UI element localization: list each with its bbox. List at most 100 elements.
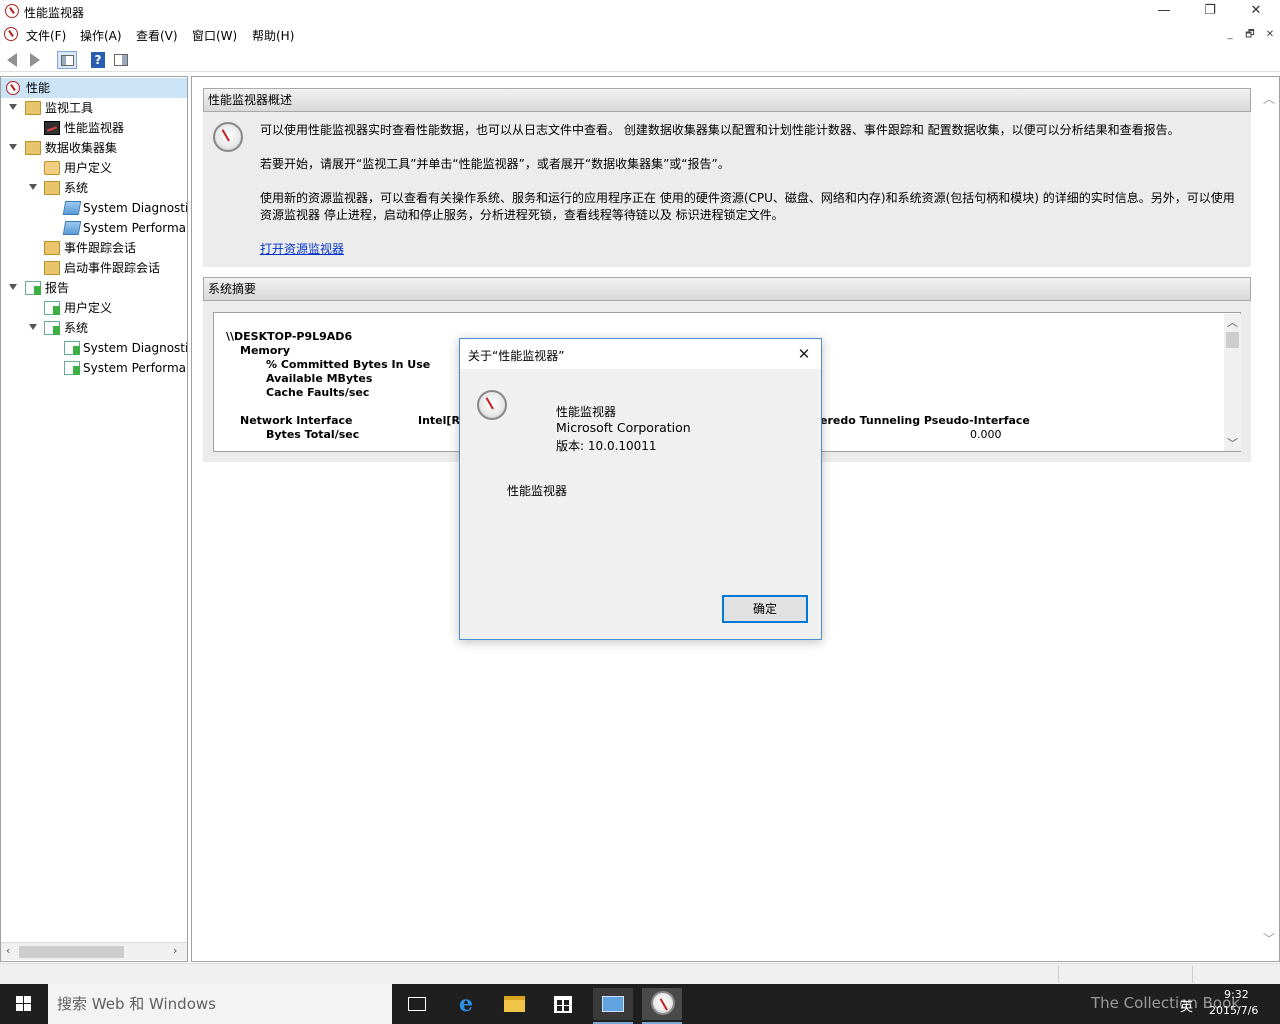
expand-arrow-icon[interactable]: [9, 284, 17, 290]
tree-item-system-diagnostics[interactable]: System Diagnostics: [1, 198, 187, 218]
tree-horizontal-scrollbar[interactable]: ‹ ›: [1, 942, 187, 960]
main-scroll-up-icon[interactable]: ︿: [1263, 90, 1275, 107]
watermark-text: The Collection Book: [1091, 994, 1240, 1012]
file-explorer-button[interactable]: [494, 988, 534, 1020]
summary-counter-cache-faults: Cache Faults/sec: [266, 386, 370, 399]
start-button[interactable]: [0, 984, 48, 1024]
overview-resource-monitor-text: 使用新的资源监视器，可以查看有关操作系统、服务和运行的应用程序正在 使用的硬件资…: [260, 191, 1235, 205]
task-view-button[interactable]: [397, 988, 437, 1020]
user-folder-icon: [44, 161, 60, 175]
tree-item-monitoring-tools[interactable]: 监视工具: [1, 98, 187, 118]
open-resource-monitor-link[interactable]: 打开资源监视器: [260, 241, 344, 258]
performance-monitor-taskbar-button[interactable]: [642, 988, 682, 1024]
tree-item-system-performance[interactable]: System Performance: [1, 218, 187, 238]
about-performance-gauge-icon: [477, 390, 507, 420]
summary-teredo-instance: eredo Tunneling Pseudo-Interface: [820, 414, 1030, 427]
ok-button[interactable]: 确定: [722, 595, 808, 623]
dialog-title: 关于“性能监视器”: [468, 349, 565, 363]
toolbar: [0, 48, 1280, 72]
tree-item-reports-user-defined[interactable]: 用户定义: [1, 298, 187, 318]
show-hide-console-tree-button[interactable]: [57, 51, 77, 69]
scroll-right-arrow-icon[interactable]: ›: [173, 944, 177, 957]
ime-indicator[interactable]: 英: [1180, 996, 1193, 1015]
restore-button[interactable]: ❐: [1187, 0, 1233, 22]
scroll-thumb[interactable]: [1226, 332, 1239, 348]
main-scroll-down-icon[interactable]: ﹀: [1263, 930, 1275, 947]
summary-vertical-scrollbar[interactable]: ︿ ﹀: [1224, 314, 1241, 451]
folder-icon: [504, 996, 525, 1012]
folder-chart-icon: [25, 101, 41, 115]
menu-view[interactable]: 查看(V): [136, 27, 178, 44]
menu-window[interactable]: 窗口(W): [192, 27, 237, 44]
summary-value: 0.000: [970, 428, 1002, 441]
store-icon: [554, 996, 572, 1013]
taskbar-search-box[interactable]: 搜索 Web 和 Windows: [48, 984, 392, 1024]
control-panel-button[interactable]: [593, 988, 633, 1024]
tree-item-reports-system-performance[interactable]: System Performance: [1, 358, 187, 378]
performance-monitor-taskbar-icon: [651, 991, 675, 1015]
action-pane-icon: [114, 54, 128, 66]
mdi-close-button[interactable]: ✕: [1261, 27, 1279, 43]
report-icon: [25, 281, 41, 295]
summary-counter-committed-bytes: % Committed Bytes In Use: [266, 358, 431, 371]
report-icon: [64, 341, 80, 355]
tree-item-data-collector-sets[interactable]: 数据收集器集: [1, 138, 187, 158]
summary-host-name: \\DESKTOP-P9L9AD6: [226, 330, 353, 343]
folder-collector-icon: [25, 141, 41, 155]
tree-item-reports-system[interactable]: 系统: [1, 318, 187, 338]
summary-counter-available-mbytes: Available MBytes: [266, 372, 373, 385]
tree-item-user-defined[interactable]: 用户定义: [1, 158, 187, 178]
control-panel-icon: [602, 996, 624, 1012]
window-title: 性能监视器: [24, 6, 85, 20]
tree-item-performance-monitor[interactable]: 性能监视器: [1, 118, 187, 138]
performance-icon: [6, 81, 20, 95]
store-button[interactable]: [543, 988, 583, 1020]
dialog-close-button[interactable]: ✕: [793, 343, 815, 365]
status-bar: [0, 963, 1280, 984]
tree-item-reports-system-diagnostics[interactable]: System Diagnostics: [1, 338, 187, 358]
menu-help[interactable]: 帮助(H): [252, 27, 294, 44]
windows-logo-icon: [16, 996, 32, 1012]
summary-intel-instance: Intel[R]: [418, 414, 465, 427]
minimize-button[interactable]: —: [1141, 0, 1187, 22]
overview-intro-text: 可以使用性能监视器实时查看性能数据，也可以从日志文件中查看。 创建数据收集器集以…: [260, 123, 1180, 137]
clock-time[interactable]: 9:32: [1224, 988, 1249, 1001]
mdi-minimize-button[interactable]: _: [1221, 27, 1239, 43]
help-icon: ?: [91, 52, 105, 68]
taskbar: 搜索 Web 和 Windows e The Collection Book 英…: [0, 984, 1280, 1024]
expand-arrow-icon[interactable]: [9, 104, 17, 110]
edge-browser-button[interactable]: e: [446, 988, 486, 1020]
expand-arrow-icon[interactable]: [9, 144, 17, 150]
dialog-description: 性能监视器: [507, 484, 568, 498]
forward-button[interactable]: [26, 51, 46, 69]
clock-date[interactable]: 2015/7/6: [1209, 1004, 1258, 1017]
help-button[interactable]: ?: [89, 51, 109, 69]
mdi-restore-button[interactable]: 🗗: [1241, 27, 1259, 43]
scroll-up-arrow-icon[interactable]: ︿: [1227, 314, 1238, 330]
system-summary-header: 系统摘要: [203, 277, 1251, 301]
tree-item-reports[interactable]: 报告: [1, 278, 187, 298]
back-button[interactable]: [4, 51, 24, 69]
title-bar: 性能监视器 — ❐ ✕: [0, 0, 1280, 22]
system-menu-icon[interactable]: [4, 27, 18, 41]
summary-network-interface-label: Network Interface: [240, 414, 353, 427]
summary-counter-bytes-total: Bytes Total/sec: [266, 428, 360, 441]
chart-icon: [44, 121, 60, 135]
tree-item-startup-event-trace-sessions[interactable]: 启动事件跟踪会话: [1, 258, 187, 278]
tree-item-event-trace-sessions[interactable]: 事件跟踪会话: [1, 238, 187, 258]
data-collector-icon: [62, 221, 82, 235]
console-tree-icon: [61, 55, 74, 66]
expand-arrow-icon[interactable]: [29, 324, 37, 330]
show-hide-action-pane-button[interactable]: [112, 51, 132, 69]
tree-item-system[interactable]: 系统: [1, 178, 187, 198]
menu-file[interactable]: 文件(F): [26, 27, 66, 44]
task-view-icon: [408, 997, 426, 1011]
scroll-thumb[interactable]: [19, 946, 124, 958]
scroll-left-arrow-icon[interactable]: ‹: [6, 944, 10, 957]
expand-arrow-icon[interactable]: [29, 184, 37, 190]
menu-action[interactable]: 操作(A): [80, 27, 122, 44]
scroll-down-arrow-icon[interactable]: ﹀: [1227, 435, 1238, 451]
close-button[interactable]: ✕: [1233, 0, 1279, 22]
tree-item-performance[interactable]: 性能: [1, 78, 187, 98]
trace-folder-icon: [44, 241, 60, 255]
